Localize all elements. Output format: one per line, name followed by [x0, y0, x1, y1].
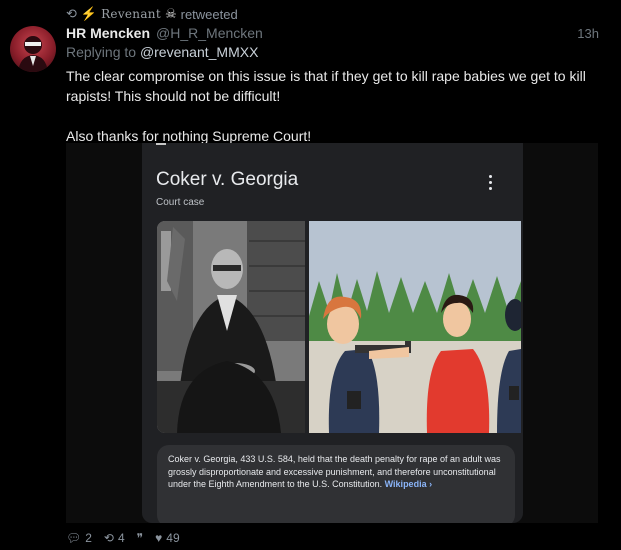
knowledge-card: Coker v. Georgia Court case Coker v. Geo… — [142, 143, 523, 523]
card-summary: Coker v. Georgia, 433 U.S. 584, held tha… — [157, 445, 515, 523]
retweeted-label: retweeted — [180, 6, 238, 22]
retweet-icon: ⟲ — [103, 531, 114, 545]
like-count: 49 — [166, 531, 180, 545]
like-button[interactable]: ♥ 49 — [155, 531, 179, 545]
wikipedia-link[interactable]: Wikipedia › — [385, 479, 432, 489]
retweet-icon: ⟲ — [66, 6, 77, 21]
more-options-icon[interactable] — [489, 175, 493, 193]
reply-mention-link[interactable]: @revenant_MMXX — [140, 44, 258, 60]
card-divider — [156, 143, 166, 145]
tweet-media[interactable]: Coker v. Georgia Court case Coker v. Geo… — [66, 143, 598, 523]
card-title: Coker v. Georgia — [156, 169, 299, 190]
user-handle[interactable]: @H_R_Mencken — [156, 25, 263, 41]
reply-context: Replying to @revenant_MMXX — [66, 44, 258, 60]
retweet-button[interactable]: ⟲ 4 — [104, 531, 125, 545]
heart-icon: ♥ — [155, 531, 163, 545]
reply-button[interactable]: 💬︎ 2 — [66, 531, 92, 545]
display-name[interactable]: HR Mencken — [66, 25, 150, 41]
retweet-context: ⟲ ⚡ Revenant ☠ retweeted — [66, 6, 238, 22]
reply-count: 2 — [85, 531, 92, 545]
avatar[interactable] — [10, 26, 56, 72]
justice-portrait-image — [157, 221, 305, 433]
reply-icon: 💬︎ — [66, 531, 82, 545]
quote-icon: ❞ — [136, 531, 144, 545]
quote-button[interactable]: ❞ — [137, 531, 143, 545]
cartoon-illustration-image — [309, 221, 521, 433]
retweet-count: 4 — [117, 531, 125, 545]
tweet-actions: 💬︎ 2 ⟲ 4 ❞ ♥ 49 — [66, 530, 180, 546]
card-subtitle: Court case — [156, 197, 205, 208]
tweet-header: HR Mencken @H_R_Mencken — [66, 25, 263, 41]
summary-text: Coker v. Georgia, 433 U.S. 584, held tha… — [168, 454, 501, 489]
skull-icon: ☠ — [164, 6, 177, 21]
lightning-icon: ⚡ — [80, 6, 98, 21]
replying-prefix: Replying to — [66, 44, 140, 60]
tweet-text: The clear compromise on this issue is th… — [66, 68, 586, 144]
timestamp[interactable]: 13h — [577, 26, 599, 41]
retweeter-name[interactable]: Revenant — [101, 7, 161, 21]
